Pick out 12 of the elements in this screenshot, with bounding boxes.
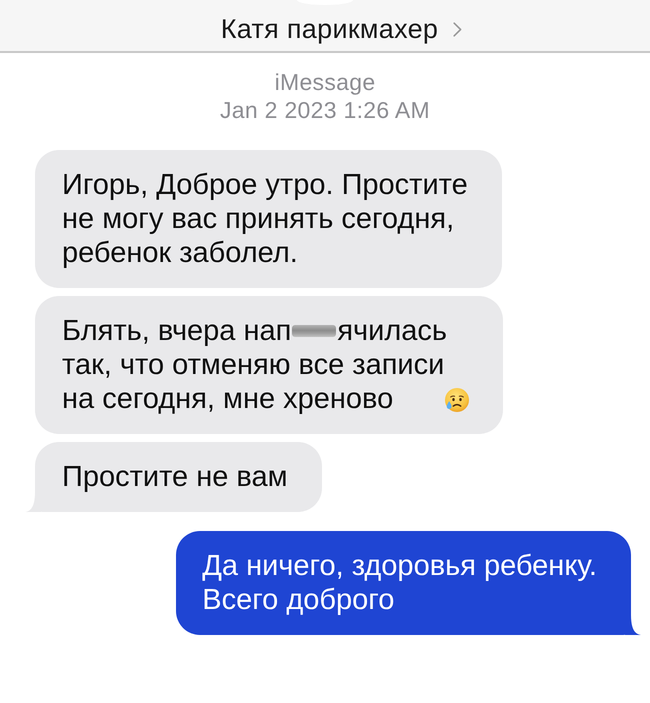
message-text: ячилась — [337, 314, 448, 348]
message-text: Простите не вам — [62, 460, 288, 494]
censor-patch — [292, 325, 336, 337]
timestamp: Jan 2 2023 1:26 AM — [220, 96, 430, 124]
message-text: Да ничего, здоровья ребенку. Всего доброго — [202, 549, 597, 617]
message-text: Игорь, Доброе утро. Простите не могу вас принять сегодня, ребенок заболел. — [62, 168, 468, 270]
chevron-right-icon — [453, 22, 462, 37]
bubble-tail — [625, 615, 641, 635]
message-text: Блять, вчера нап — [62, 314, 292, 348]
sad-face-icon — [445, 388, 470, 412]
message-text: так, что отменяю все записи на сегодня, мне хреново — [62, 348, 444, 416]
service-label: iMessage — [274, 68, 376, 96]
